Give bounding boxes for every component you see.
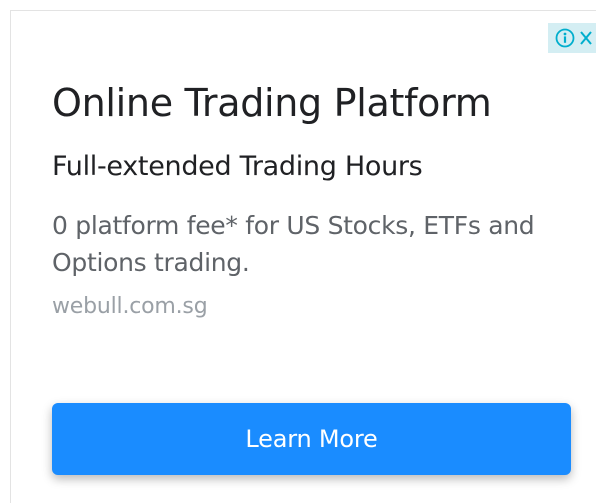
ad-subheadline: Full-extended Trading Hours xyxy=(52,151,423,182)
learn-more-button[interactable]: Learn More xyxy=(52,403,571,475)
ad-display-url[interactable]: webull.com.sg xyxy=(52,294,208,319)
info-icon[interactable] xyxy=(554,27,576,49)
ad-headline[interactable]: Online Trading Platform xyxy=(52,81,492,125)
ad-description: 0 platform fee* for US Stocks, ETFs and … xyxy=(52,211,535,277)
adchoices-badge[interactable] xyxy=(548,23,596,53)
close-icon[interactable] xyxy=(578,27,594,49)
ad-card[interactable]: Online Trading Platform Full-extended Tr… xyxy=(10,10,596,503)
